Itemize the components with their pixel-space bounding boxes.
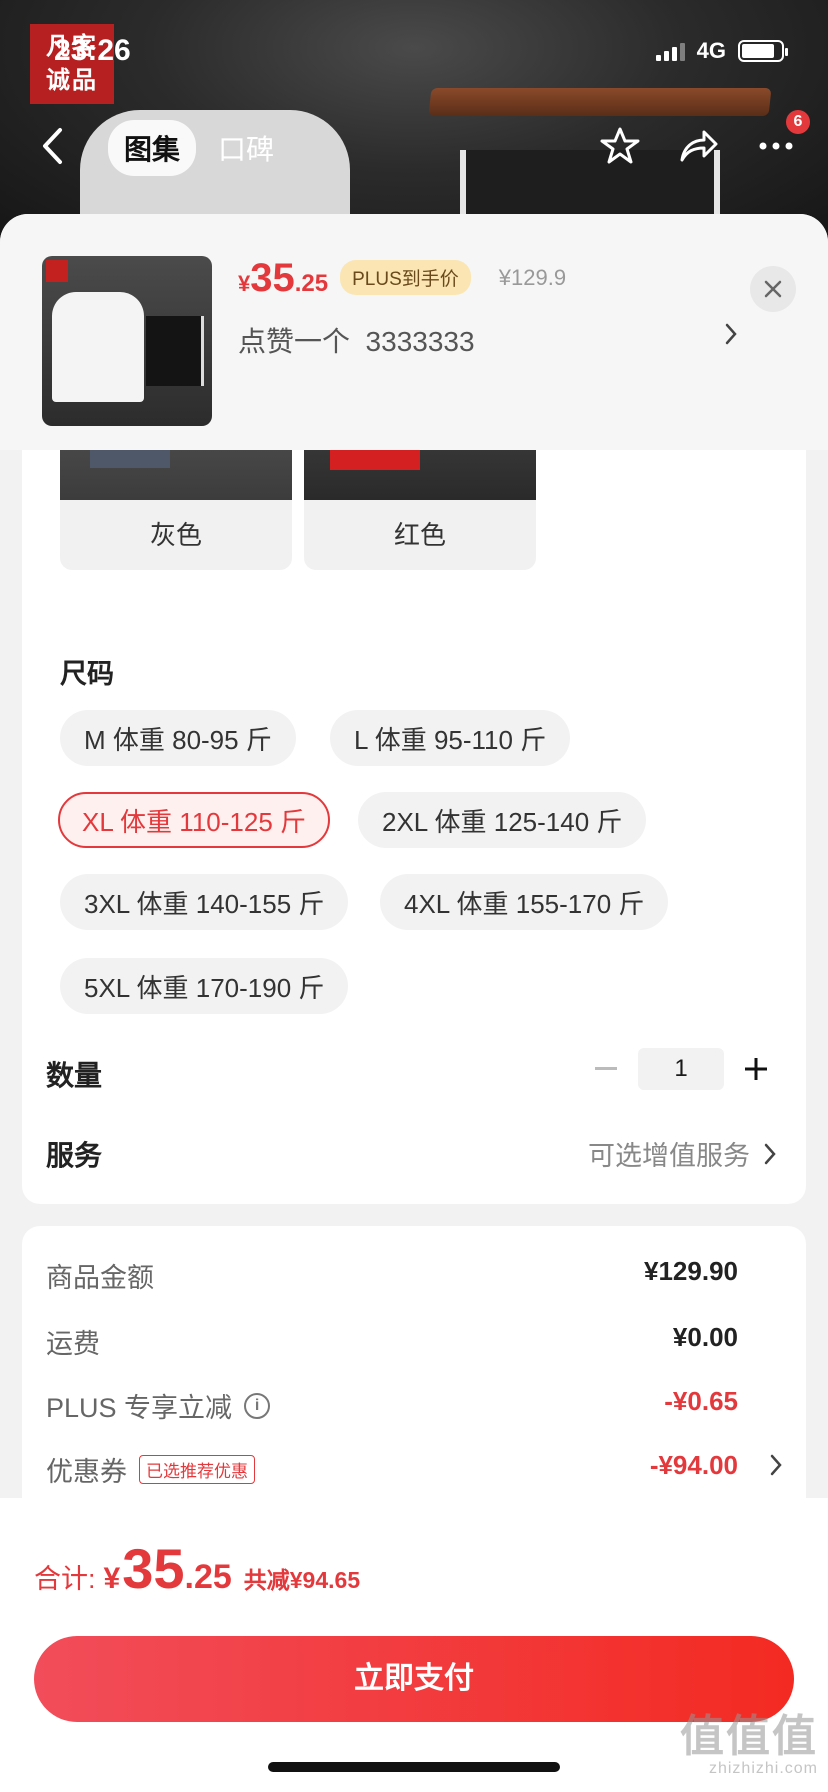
fee-row-goods: 商品金额 ¥129.90 <box>46 1256 782 1296</box>
top-nav: 图集 口碑 6 <box>0 110 828 180</box>
service-label: 服务 <box>46 1140 103 1171</box>
price-currency: ¥ <box>238 271 251 296</box>
site-watermark: 值值值 zhizhizhi.com <box>680 1700 818 1778</box>
size-option-selected[interactable]: XL 体重 110-125 斤 <box>58 792 330 848</box>
fee-row-plus: PLUS 专享立减 i -¥0.65 <box>46 1386 782 1426</box>
size-section-title: 尺码 <box>60 659 114 689</box>
thumb-shorts <box>146 316 204 386</box>
service-value: 可选增值服务 <box>588 1141 750 1171</box>
coupon-tag: 已选推荐优惠 <box>139 1455 255 1484</box>
sku-sheet: ¥ 35 .25 PLUS到手价 ¥129.9 点赞一个 3333333 灰色 … <box>0 214 828 1792</box>
thumb-logo <box>46 260 68 282</box>
close-button[interactable] <box>750 266 796 312</box>
size-option[interactable]: 4XL 体重 155-170 斤 <box>380 874 669 930</box>
info-icon[interactable]: i <box>244 1392 271 1419</box>
battery-level <box>742 44 775 58</box>
total-decimal: .25 <box>184 1558 232 1596</box>
thumb-tshirt <box>52 292 144 402</box>
total-label: 合计: <box>34 1564 96 1594</box>
network-type: 4G <box>696 38 726 63</box>
fee-label: PLUS 专享立减 i <box>46 1386 271 1425</box>
price-row: ¥ 35 .25 PLUS到手价 ¥129.9 <box>238 256 566 301</box>
minus-icon[interactable] <box>586 1049 626 1089</box>
nav-tabs: 图集 口碑 <box>108 120 290 176</box>
tab-reviews[interactable]: 口碑 <box>202 120 290 176</box>
size-option[interactable]: L 体重 95-110 斤 <box>330 710 571 766</box>
watermark-site: zhizhizhi.com <box>708 1760 818 1777</box>
total-currency: ¥ <box>103 1562 121 1595</box>
total-saved: 共减¥94.65 <box>243 1567 361 1593</box>
color-label: 灰色 <box>149 520 202 550</box>
close-icon <box>764 280 782 298</box>
coupon-label: 优惠券 <box>46 1457 127 1487</box>
chevron-right-icon[interactable] <box>770 1454 782 1481</box>
fee-row-coupon[interactable]: 优惠券 已选推荐优惠 -¥94.00 <box>46 1450 782 1490</box>
battery-icon <box>738 40 788 62</box>
fee-label: 优惠券 已选推荐优惠 <box>46 1450 255 1489</box>
fee-label: 运费 <box>46 1329 100 1359</box>
status-bar-right: 4G <box>655 38 788 64</box>
fee-value: ¥129.90 <box>644 1256 738 1286</box>
quantity-value[interactable]: 1 <box>638 1048 724 1090</box>
size-option[interactable]: 5XL 体重 170-190 斤 <box>60 958 349 1014</box>
plus-discount-label: PLUS 专享立减 <box>46 1393 233 1423</box>
signal-icon <box>655 41 685 61</box>
fee-row-shipping: 运费 ¥0.00 <box>46 1322 782 1362</box>
chevron-right-icon[interactable] <box>724 322 738 351</box>
fee-value: -¥94.00 <box>649 1450 738 1480</box>
share-icon[interactable] <box>676 124 720 168</box>
size-option[interactable]: M 体重 80-95 斤 <box>60 710 296 766</box>
service-selector[interactable]: 可选增值服务 <box>588 1134 776 1173</box>
quantity-stepper: 1 <box>586 1048 776 1090</box>
chevron-right-icon <box>764 1143 776 1164</box>
color-label: 红色 <box>393 520 446 550</box>
quantity-label: 数量 <box>46 1060 103 1091</box>
watermark-mark: 值值值 <box>680 1712 818 1761</box>
fee-label: 商品金额 <box>46 1263 154 1293</box>
star-icon[interactable] <box>598 124 642 168</box>
nav-actions: 6 <box>598 110 810 168</box>
selected-spec[interactable]: 点赞一个 3333333 <box>238 320 738 360</box>
spec-card: 灰色 红色 尺码 M 体重 80-95 斤 L 体重 95-110 斤 XL 体… <box>22 364 806 1204</box>
message-count-badge: 6 <box>786 110 810 134</box>
status-time: 23:26 <box>54 34 131 67</box>
tab-gallery[interactable]: 图集 <box>108 120 197 176</box>
plus-price-tag: PLUS到手价 <box>340 260 471 295</box>
product-thumbnail[interactable] <box>42 256 212 426</box>
plus-icon[interactable] <box>736 1049 776 1089</box>
product-summary: ¥ 35 .25 PLUS到手价 ¥129.9 点赞一个 3333333 <box>0 214 828 450</box>
fee-value: -¥0.65 <box>664 1386 738 1416</box>
price-integer: 35 <box>250 256 295 300</box>
home-indicator[interactable] <box>268 1762 560 1772</box>
total-integer: 35 <box>122 1537 185 1600</box>
back-icon[interactable] <box>40 126 66 171</box>
more-icon[interactable]: 6 <box>754 110 810 168</box>
price-decimal: .25 <box>294 270 329 297</box>
size-option[interactable]: 3XL 体重 140-155 斤 <box>60 874 349 930</box>
original-price: ¥129.9 <box>498 265 567 290</box>
total-row: 合计: ¥ 35 .25 共减¥94.65 <box>34 1536 360 1601</box>
fee-value: ¥0.00 <box>672 1322 738 1352</box>
size-option[interactable]: 2XL 体重 125-140 斤 <box>358 792 647 848</box>
